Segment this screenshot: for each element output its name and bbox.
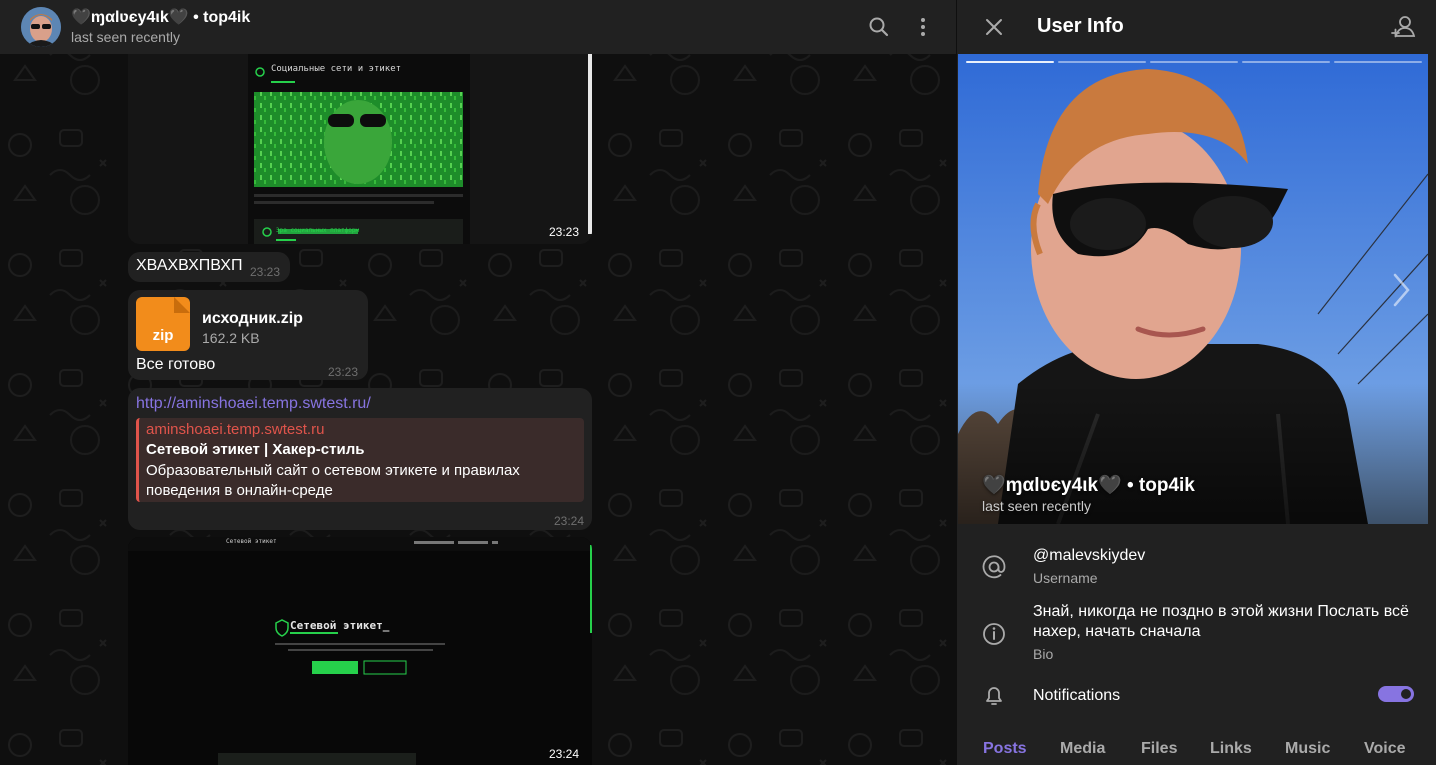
tab-links[interactable]: Links <box>1210 740 1252 758</box>
media-tabs: Posts Media Files Links Music Voice <box>957 733 1436 765</box>
chat-header: 🖤ɱαlʋєу4ιk🖤 • top4ik last seen recently <box>0 0 956 54</box>
username: @malevskiydev <box>1033 547 1146 564</box>
photo-progress <box>1334 61 1422 63</box>
at-sign-icon <box>981 554 1007 580</box>
chat-panel: 🖤ɱαlʋєу4ιk🖤 • top4ik last seen recently <box>0 0 956 765</box>
photo-progress <box>1150 61 1238 63</box>
zip-file-icon[interactable]: zip <box>136 297 190 351</box>
notifications-toggle[interactable] <box>1378 686 1414 702</box>
link-preview[interactable]: aminshoaei.temp.swtest.ru Сетевой этикет… <box>136 418 584 502</box>
preview-description: Образовательный сайт о сетевом этикете и… <box>146 462 520 499</box>
image-message[interactable]: Социальные сети и этикет Эра социальных … <box>128 54 592 244</box>
tab-voice[interactable]: Voice <box>1364 740 1406 758</box>
site-screenshot-image <box>128 537 592 765</box>
profile-photo[interactable]: 🖤ɱαlʋєу4ιk🖤 • top4ik last seen recently <box>958 54 1428 524</box>
username-label: Username <box>1033 570 1098 586</box>
message-time: 23:23 <box>549 225 580 239</box>
site-screenshot-image <box>128 54 592 244</box>
preview-title: Сетевой этикет | Хакер-стиль <box>146 441 365 458</box>
file-name: исходник.zip <box>202 310 303 327</box>
tab-media[interactable]: Media <box>1060 740 1105 758</box>
message-time: 23:24 <box>554 514 585 528</box>
message-time: 23:23 <box>328 365 359 379</box>
site-hero-title: Сетевой этикет_ <box>290 619 390 632</box>
search-icon[interactable] <box>866 14 892 40</box>
profile-name: 🖤ɱαlʋєу4ιk🖤 • top4ik <box>982 475 1195 496</box>
bio-text: Знай, никогда не поздно в этой жизни Пос… <box>1033 603 1409 640</box>
file-size: 162.2 KB <box>202 330 260 346</box>
notifications-row[interactable]: Notifications <box>957 682 1436 712</box>
site-subheading: Эра социальных платформ <box>276 227 360 234</box>
image-message[interactable]: Сетевой этикет Сетевой этикет_ 23:24 <box>128 537 592 765</box>
chat-status: last seen recently <box>71 29 180 45</box>
chat-title: 🖤ɱαlʋєу4ιk🖤 • top4ik <box>71 9 251 26</box>
tab-files[interactable]: Files <box>1141 740 1177 758</box>
link-message: http://aminshoaei.temp.swtest.ru/ aminsh… <box>128 388 592 530</box>
avatar[interactable] <box>21 7 61 47</box>
add-contact-icon[interactable] <box>1389 13 1417 41</box>
file-ext-label: zip <box>152 327 174 344</box>
notifications-label: Notifications <box>1033 687 1121 704</box>
user-info-title: User Info <box>1037 15 1124 37</box>
message-time: 23:24 <box>549 747 580 761</box>
more-vertical-icon[interactable] <box>910 14 936 40</box>
toggle-knob <box>1399 687 1413 701</box>
bio-row[interactable]: Знай, никогда не поздно в этой жизни Пос… <box>957 602 1436 666</box>
message-text: ХВАХВХПВХП <box>136 257 243 274</box>
message-time: 23:23 <box>250 265 281 279</box>
text-message[interactable]: ХВАХВХПВХП 23:23 <box>128 252 290 282</box>
message-link[interactable]: http://aminshoaei.temp.swtest.ru/ <box>136 395 371 413</box>
bio-label: Bio <box>1033 646 1054 662</box>
user-info-panel: User Info 🖤ɱαlʋєу4ιk🖤 • top4ik last seen… <box>956 0 1436 765</box>
user-info-header: User Info <box>957 0 1436 54</box>
site-nav-brand: Сетевой этикет <box>226 538 277 545</box>
file-caption: Все готово <box>136 356 216 373</box>
profile-status: last seen recently <box>982 498 1091 514</box>
preview-site-name: aminshoaei.temp.swtest.ru <box>146 421 325 438</box>
close-icon[interactable] <box>981 14 1007 40</box>
username-row[interactable]: @malevskiydev Username <box>957 546 1436 592</box>
tab-music[interactable]: Music <box>1285 740 1330 758</box>
file-message[interactable]: zip исходник.zip 162.2 KB Все готово 23:… <box>128 290 368 380</box>
info-icon <box>981 621 1007 647</box>
site-heading: Социальные сети и этикет <box>271 64 402 74</box>
photo-progress-active <box>966 61 1054 63</box>
tab-posts[interactable]: Posts <box>983 740 1027 758</box>
profile-photo-image <box>958 54 1428 524</box>
chevron-right-icon[interactable] <box>1386 270 1416 310</box>
bell-icon <box>981 683 1007 709</box>
photo-progress <box>1242 61 1330 63</box>
photo-progress <box>1058 61 1146 63</box>
